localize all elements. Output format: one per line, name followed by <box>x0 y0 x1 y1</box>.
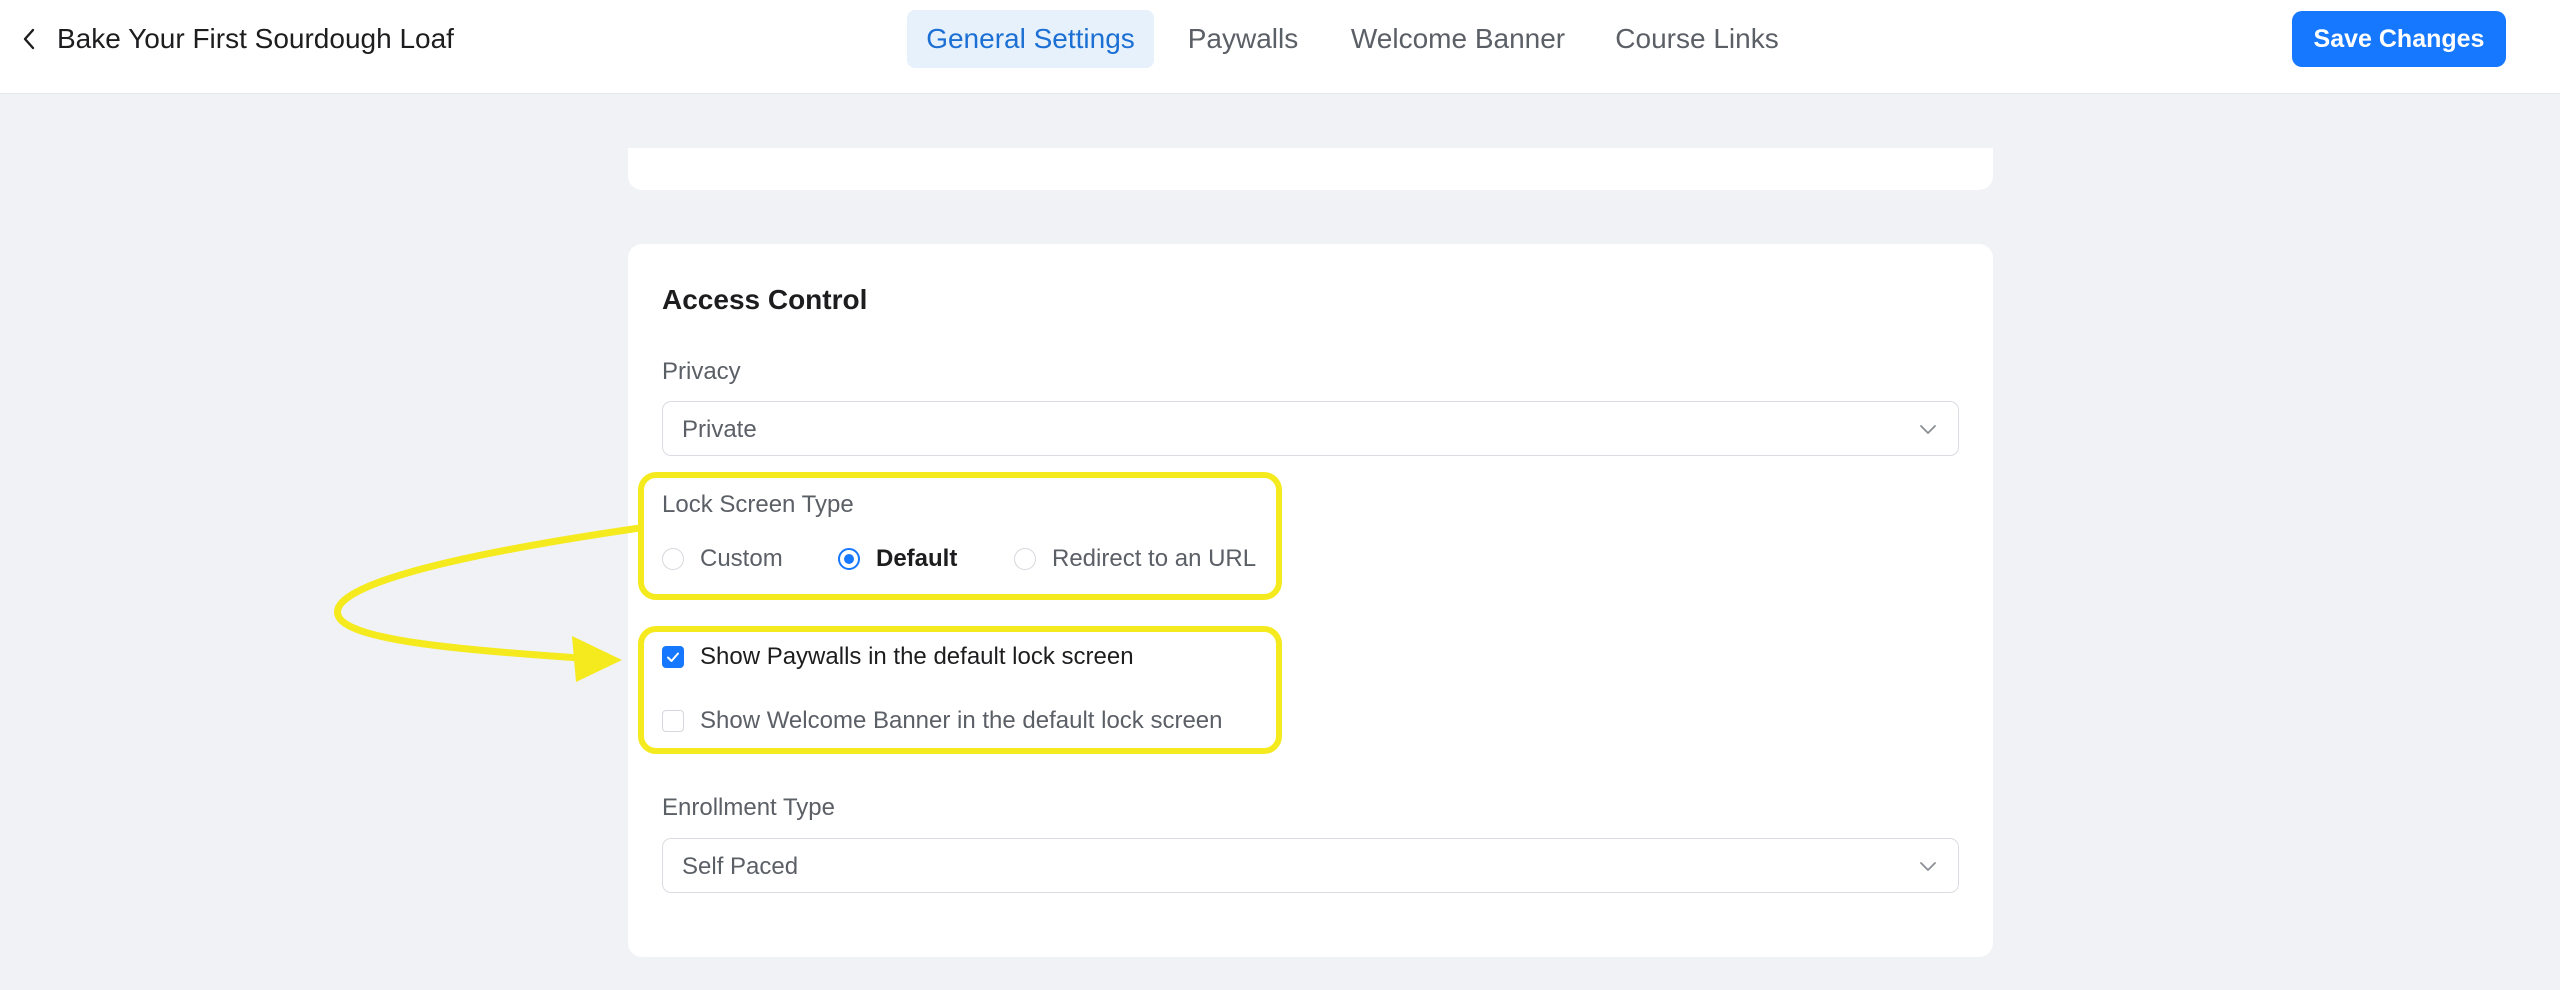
show-paywalls-checkbox-box <box>662 646 684 668</box>
save-changes-button[interactable]: Save Changes <box>2292 11 2506 67</box>
course-title: Bake Your First Sourdough Loaf <box>57 23 454 54</box>
previous-settings-card <box>628 148 1993 190</box>
show-welcome-banner-label: Show Welcome Banner in the default lock … <box>700 707 1223 734</box>
radio-default[interactable]: Default <box>838 544 957 574</box>
radio-redirect-url[interactable]: Redirect to an URL <box>1014 544 1256 574</box>
show-paywalls-label: Show Paywalls in the default lock screen <box>700 643 1134 670</box>
radio-custom-circle <box>662 548 684 570</box>
radio-default-label: Default <box>876 545 958 572</box>
tab-course-links[interactable]: Course Links <box>1610 10 1784 68</box>
chevron-down-icon <box>1920 425 1936 434</box>
privacy-label: Privacy <box>662 358 741 385</box>
chevron-down-icon <box>1920 862 1936 871</box>
show-welcome-banner-checkbox[interactable]: Show Welcome Banner in the default lock … <box>662 706 1223 736</box>
checkmark-icon <box>667 652 679 662</box>
tab-welcome-banner[interactable]: Welcome Banner <box>1342 10 1574 68</box>
radio-custom-label: Custom <box>700 545 783 572</box>
back-button[interactable] <box>14 22 44 56</box>
access-control-card: Access Control Privacy Private Lock Scre… <box>628 244 1993 957</box>
tab-paywalls[interactable]: Paywalls <box>1180 10 1306 68</box>
radio-redirect-url-label: Redirect to an URL <box>1052 545 1257 572</box>
tab-general-settings[interactable]: General Settings <box>907 10 1154 68</box>
top-bar: Bake Your First Sourdough Loaf General S… <box>0 0 2560 94</box>
enrollment-type-label: Enrollment Type <box>662 794 835 821</box>
lock-screen-type-label: Lock Screen Type <box>662 491 854 518</box>
radio-redirect-url-circle <box>1014 548 1036 570</box>
radio-default-circle <box>838 548 860 570</box>
section-title: Access Control <box>662 284 868 315</box>
privacy-select-value: Private <box>682 416 757 443</box>
radio-custom[interactable]: Custom <box>662 544 783 574</box>
show-welcome-banner-checkbox-box <box>662 710 684 732</box>
enrollment-type-select-value: Self Paced <box>682 853 799 880</box>
chevron-left-icon <box>23 28 35 50</box>
privacy-select[interactable]: Private <box>662 401 1959 456</box>
enrollment-type-select[interactable]: Self Paced <box>662 838 1959 893</box>
show-paywalls-checkbox[interactable]: Show Paywalls in the default lock screen <box>662 642 1134 672</box>
